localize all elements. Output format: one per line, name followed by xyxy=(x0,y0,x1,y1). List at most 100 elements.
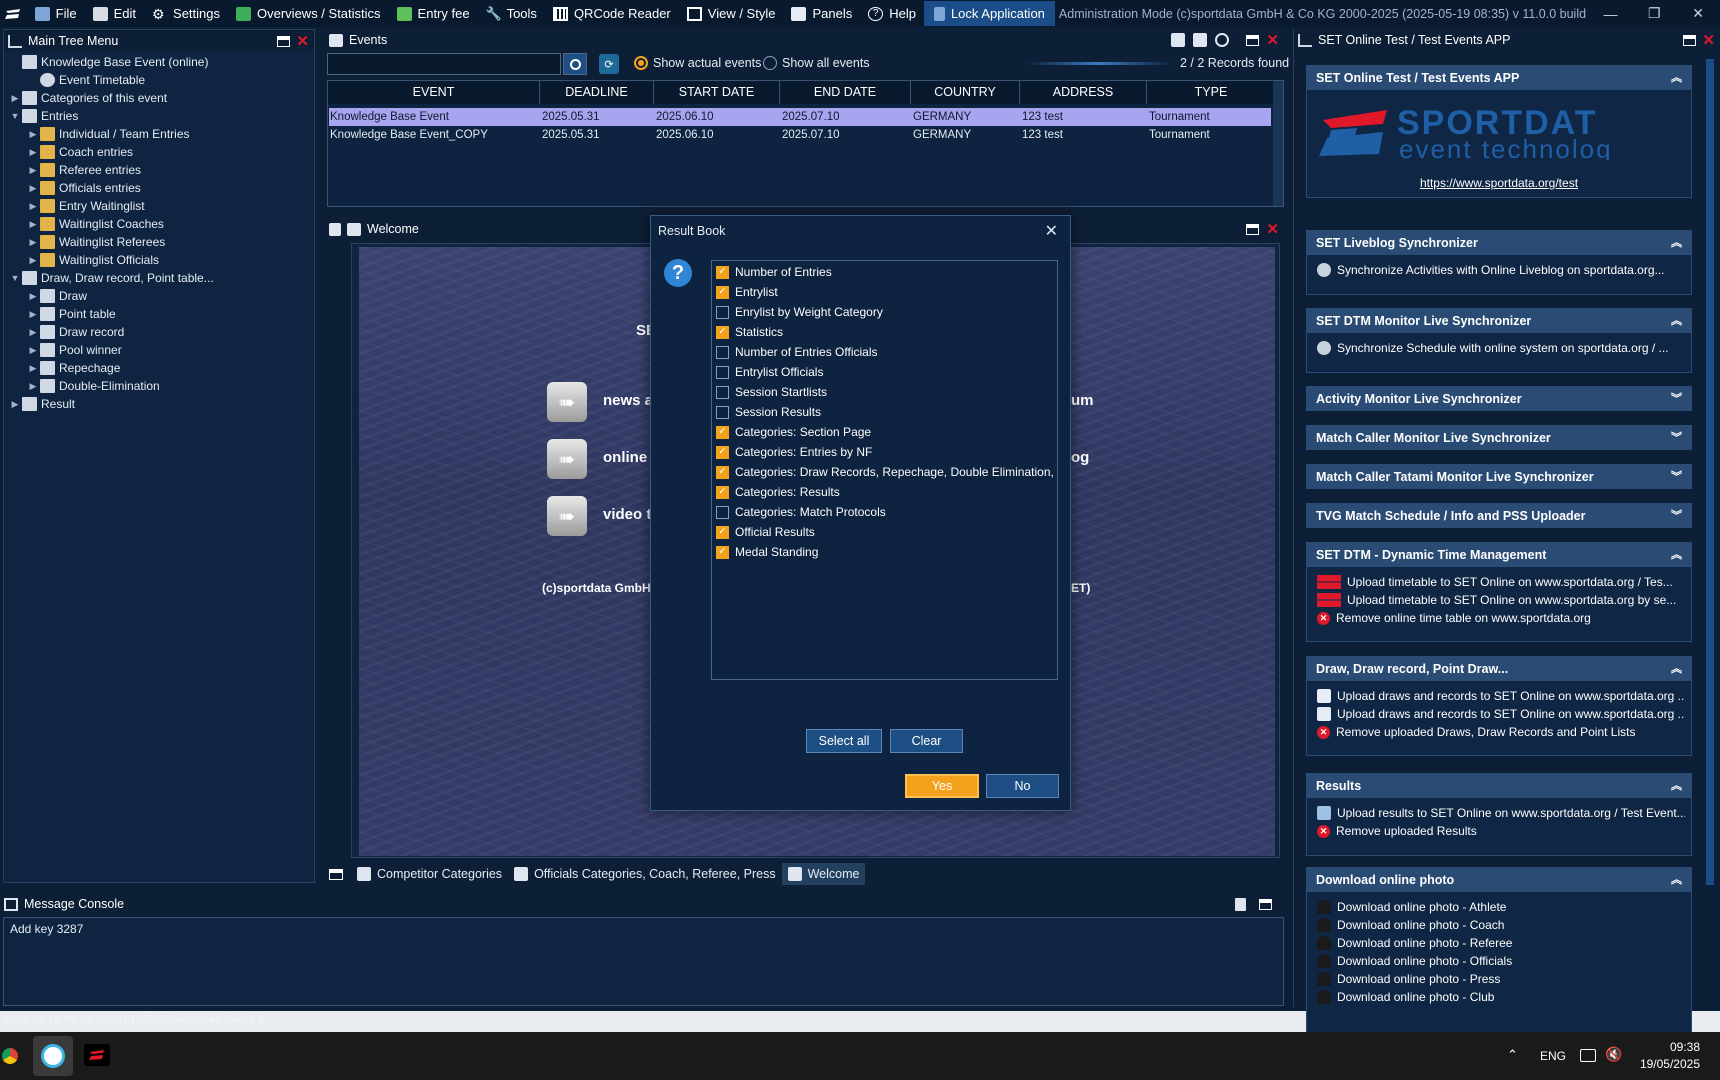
checkbox-item[interactable]: Session Startlists xyxy=(716,382,827,402)
close-panel-icon[interactable]: ✕ xyxy=(1266,220,1279,238)
sportdata-test-link[interactable]: https://www.sportdata.org/test xyxy=(1307,176,1691,190)
app-logo-icon[interactable] xyxy=(0,0,27,27)
column-header[interactable]: EVENT xyxy=(328,81,540,104)
section-header[interactable]: Match Caller Monitor Live Synchronizer ︾ xyxy=(1306,425,1692,450)
chevron-right-icon[interactable]: ▶ xyxy=(26,219,40,230)
online-link[interactable]: online xyxy=(603,449,647,466)
online-arrow-button[interactable]: ➠ xyxy=(547,439,587,479)
tree-item[interactable]: ▶ Entry Waitinglist xyxy=(26,197,145,215)
chrome-icon[interactable] xyxy=(0,1045,21,1067)
section-header[interactable]: Draw, Draw record, Point Draw... ︽ xyxy=(1306,656,1692,681)
select-all-button[interactable]: Select all xyxy=(806,729,882,753)
video-arrow-button[interactable]: ➠ xyxy=(547,496,587,536)
radio-all-events[interactable]: Show all events xyxy=(763,56,870,70)
tree-item[interactable]: ▶ Waitinglist Referees xyxy=(26,233,165,251)
radio-actual-events[interactable]: Show actual events xyxy=(634,56,761,70)
panel-minimize-icon[interactable] xyxy=(1683,34,1696,46)
chevron-right-icon[interactable]: ▶ xyxy=(8,93,22,104)
menu-settings[interactable]: ⚙ Settings xyxy=(144,0,228,27)
checkbox-checked[interactable]: ✓ xyxy=(716,465,729,479)
collapse-icon[interactable]: ︽ xyxy=(1671,312,1682,328)
chevron-right-icon[interactable]: ▶ xyxy=(26,255,40,266)
close-panel-icon[interactable]: ✕ xyxy=(1702,31,1715,49)
checkbox-item[interactable]: ✓ Categories: Results xyxy=(716,482,840,502)
clock-date[interactable]: 19/05/2025 xyxy=(1630,1057,1700,1071)
checkbox-checked[interactable]: ✓ xyxy=(716,425,729,439)
table-row[interactable]: Knowledge Base Event 2025.05.31 2025.06.10… xyxy=(329,108,1271,126)
checkbox-item[interactable]: Enrylist by Weight Category xyxy=(716,302,883,322)
section-header[interactable]: Download online photo ︽ xyxy=(1306,867,1692,892)
chevron-right-icon[interactable]: ▶ xyxy=(26,129,40,140)
checkbox-item[interactable]: Number of Entries Officials xyxy=(716,342,878,362)
checkbox-checked[interactable]: ✓ xyxy=(716,325,729,339)
chevron-right-icon[interactable]: ▶ xyxy=(26,363,40,374)
trash-icon[interactable] xyxy=(1235,897,1246,911)
news-arrow-button[interactable]: ➠ xyxy=(547,382,587,422)
expand-icon[interactable]: ︾ xyxy=(1671,507,1682,523)
no-button[interactable]: No xyxy=(986,774,1059,798)
menu-view-style[interactable]: View / Style xyxy=(679,0,784,27)
clock-time[interactable]: 09:38 xyxy=(1640,1040,1700,1054)
section-header[interactable]: SET DTM Monitor Live Synchronizer ︽ xyxy=(1306,308,1692,333)
tree-item[interactable]: ▶ Individual / Team Entries xyxy=(26,125,190,143)
checkbox-checked[interactable]: ✓ xyxy=(716,485,729,499)
collapse-icon[interactable]: ︽ xyxy=(1671,69,1682,85)
clear-button[interactable]: Clear xyxy=(890,729,963,753)
menu-panels[interactable]: Panels xyxy=(783,0,860,27)
tree-item[interactable]: ▶ Repechage xyxy=(26,359,120,377)
table-scrollbar[interactable] xyxy=(1273,81,1283,206)
network-icon[interactable] xyxy=(1580,1049,1596,1062)
tree-item[interactable]: ▶ Referee entries xyxy=(26,161,141,179)
tab-competitor-categories[interactable]: Competitor Categories xyxy=(351,863,508,885)
collapse-icon[interactable]: ︽ xyxy=(1671,871,1682,887)
checkbox-unchecked[interactable] xyxy=(716,305,729,319)
chevron-right-icon[interactable]: ▶ xyxy=(26,345,40,356)
section-header[interactable]: SET Liveblog Synchronizer ︽ xyxy=(1306,230,1692,255)
menu-overviews[interactable]: Overviews / Statistics xyxy=(228,0,389,27)
section-header[interactable]: Results ︽ xyxy=(1306,773,1692,798)
tree-item[interactable]: ▶ Point table xyxy=(26,305,116,323)
checkbox-item[interactable]: ✓ Medal Standing xyxy=(716,542,818,562)
section-action-item[interactable]: ✕ Remove uploaded Draws, Draw Records and… xyxy=(1317,723,1685,741)
tree-item[interactable]: ▶ Pool winner xyxy=(26,341,122,359)
dialog-close-button[interactable]: ✕ xyxy=(1045,221,1058,241)
section-header[interactable]: TVG Match Schedule / Info and PSS Upload… xyxy=(1306,503,1692,528)
section-action-item[interactable]: ✕ Remove uploaded Results xyxy=(1317,822,1685,840)
menu-help[interactable]: ? Help xyxy=(860,0,924,27)
tree-item[interactable]: ▼ Entries xyxy=(8,107,78,125)
chevron-up-icon[interactable]: ⌃ xyxy=(1507,1047,1518,1063)
menu-tools[interactable]: 🔧 Tools xyxy=(478,0,545,27)
close-panel-icon[interactable]: ✕ xyxy=(1266,31,1279,49)
chevron-right-icon[interactable]: ▶ xyxy=(26,327,40,338)
chevron-down-icon[interactable]: ▼ xyxy=(8,111,22,121)
checkbox-item[interactable]: Entrylist Officials xyxy=(716,362,823,382)
section-header[interactable]: Activity Monitor Live Synchronizer ︾ xyxy=(1306,386,1692,411)
section-action-item[interactable]: Download online photo - Referee xyxy=(1317,934,1685,952)
column-header[interactable]: COUNTRY xyxy=(911,81,1020,104)
tab-welcome[interactable]: Welcome xyxy=(781,863,866,885)
tab-list-icon[interactable] xyxy=(329,868,343,880)
yes-button[interactable]: Yes xyxy=(905,774,979,798)
column-header[interactable]: START DATE xyxy=(654,81,780,104)
checkbox-unchecked[interactable] xyxy=(716,505,729,519)
checkbox-item[interactable]: ✓ Entrylist xyxy=(716,282,778,302)
checkbox-item[interactable]: ✓ Number of Entries xyxy=(716,262,832,282)
table-row[interactable]: Knowledge Base Event_COPY 2025.05.31 2025.… xyxy=(329,126,1271,144)
section-action-item[interactable]: Download online photo - Press xyxy=(1317,970,1685,988)
section-action-item[interactable]: Download online photo - Club xyxy=(1317,988,1685,1006)
column-header[interactable]: ADDRESS xyxy=(1020,81,1147,104)
expand-icon[interactable]: ︾ xyxy=(1671,468,1682,484)
chevron-right-icon[interactable]: ▶ xyxy=(26,183,40,194)
checkbox-unchecked[interactable] xyxy=(716,365,729,379)
tree-item[interactable]: ▼ Draw, Draw record, Point table... xyxy=(8,269,214,287)
menu-file[interactable]: File xyxy=(27,0,85,27)
checkbox-unchecked[interactable] xyxy=(716,345,729,359)
taskbar-app-active[interactable] xyxy=(33,1036,73,1076)
video-link[interactable]: video t xyxy=(603,506,651,523)
collapse-icon[interactable]: ︽ xyxy=(1671,546,1682,562)
panel-minimize-icon[interactable] xyxy=(1246,223,1259,235)
section-action-item[interactable]: Download online photo - Coach xyxy=(1317,916,1685,934)
section-action-item[interactable]: Download online photo - Officials xyxy=(1317,952,1685,970)
close-window-button[interactable]: ✕ xyxy=(1676,0,1720,27)
section-action-item[interactable]: Upload timetable to SET Online on www.sp… xyxy=(1317,591,1685,609)
